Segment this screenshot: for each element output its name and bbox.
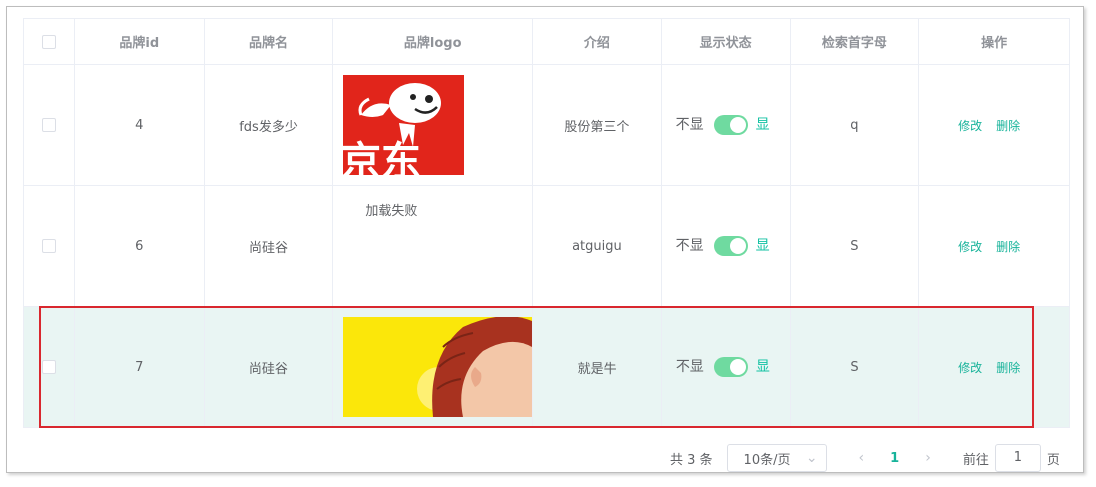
header-brand-logo: 品牌logo — [333, 19, 534, 64]
brand-logo-cell — [333, 307, 534, 427]
row-checkbox[interactable] — [41, 118, 56, 132]
brand-id: 7 — [75, 307, 205, 427]
row-select — [24, 65, 75, 185]
edit-button[interactable]: 修改 — [958, 359, 982, 376]
show-status-switch[interactable] — [713, 115, 748, 135]
pagination-total: 共 3 条 — [670, 452, 713, 468]
show-status-cell: 不显 显 — [662, 307, 791, 427]
logo-load-failed-text: 加载失败 — [365, 204, 418, 219]
brand-name: 尚硅谷 — [205, 307, 334, 427]
header-intro: 介绍 — [533, 19, 662, 64]
actions-cell: 修改 删除 — [919, 65, 1069, 185]
status-on-label: 显 — [755, 237, 770, 254]
row-select — [24, 186, 75, 306]
goto-page-input[interactable]: 1 — [994, 444, 1041, 472]
table-row: 4 fds发多少 京东 股份第三个 不显 显 q 修改 删除 — [24, 65, 1069, 186]
first-letter: S — [791, 186, 920, 306]
edit-button[interactable]: 修改 — [958, 238, 982, 255]
brand-name: 尚硅谷 — [205, 186, 334, 306]
show-status-switch[interactable] — [713, 357, 748, 377]
show-status-cell: 不显 显 — [662, 186, 791, 306]
brand-logo-cell: 加载失败 — [333, 186, 534, 306]
jd-logo-text: 京东 — [343, 139, 421, 175]
first-letter: S — [791, 307, 920, 427]
brand-name: fds发多少 — [205, 65, 334, 185]
status-on-label: 显 — [755, 116, 770, 133]
brand-intro: 就是牛 — [533, 307, 662, 427]
page-size-select[interactable]: 10条/页 ⌄ — [726, 444, 827, 472]
table-row: 6 尚硅谷 加载失败 atguigu 不显 显 S 修改 删除 — [24, 186, 1069, 307]
status-on-label: 显 — [755, 358, 770, 375]
header-actions: 操作 — [981, 36, 1008, 51]
delete-button[interactable]: 删除 — [996, 359, 1020, 376]
chevron-down-icon: ⌄ — [805, 450, 818, 466]
next-page-icon[interactable]: › — [925, 450, 931, 466]
show-status-switch[interactable] — [713, 236, 748, 256]
status-off-label: 不显 — [675, 116, 704, 133]
goto-label: 前往 — [962, 452, 989, 468]
header-brand-name: 品牌名 — [205, 19, 334, 64]
row-checkbox[interactable] — [41, 360, 56, 374]
delete-button[interactable]: 删除 — [996, 117, 1020, 134]
illustration-logo-image — [343, 317, 533, 417]
header-first-letter: 检索首字母 — [791, 19, 920, 64]
prev-page-icon[interactable]: ‹ — [859, 450, 865, 466]
brand-logo-cell: 京东 — [333, 65, 534, 185]
brand-id: 6 — [75, 186, 205, 306]
header-select-all — [24, 19, 75, 64]
actions-cell: 修改 删除 — [919, 307, 1069, 427]
row-checkbox[interactable] — [41, 239, 56, 253]
current-page-number[interactable]: 1 — [890, 451, 899, 466]
goto-suffix: 页 — [1046, 452, 1060, 468]
row-select — [24, 307, 75, 427]
edit-button[interactable]: 修改 — [958, 117, 982, 134]
actions-cell: 修改 删除 — [919, 186, 1069, 306]
brand-id: 4 — [75, 65, 205, 185]
show-status-cell: 不显 显 — [662, 65, 791, 185]
header-show-status: 显示状态 — [662, 19, 791, 64]
first-letter: q — [791, 65, 920, 185]
brand-table: 品牌id 品牌名 品牌logo 介绍 显示状态 检索首字母 操作 4 fds发多… — [23, 18, 1070, 428]
brand-intro: 股份第三个 — [533, 65, 662, 185]
status-off-label: 不显 — [675, 358, 704, 375]
delete-button[interactable]: 删除 — [996, 238, 1020, 255]
pagination: 共 3 条 10条/页 ⌄ ‹ 1 › 前往 1 页 — [670, 444, 1060, 472]
page-nav: ‹ 1 › — [859, 450, 931, 466]
status-off-label: 不显 — [675, 237, 704, 254]
page-size-value: 10条/页 — [743, 452, 791, 468]
table-header: 品牌id 品牌名 品牌logo 介绍 显示状态 检索首字母 操作 — [24, 19, 1069, 65]
brand-intro: atguigu — [533, 186, 662, 306]
page-jumper: 前往 1 页 — [963, 444, 1060, 472]
jd-logo-image: 京东 — [343, 75, 465, 175]
table-row: 7 尚硅谷 就是牛 不显 显 S 修改 删除 — [24, 307, 1069, 428]
header-brand-id: 品牌id — [75, 19, 205, 64]
select-all-checkbox[interactable] — [41, 34, 56, 49]
